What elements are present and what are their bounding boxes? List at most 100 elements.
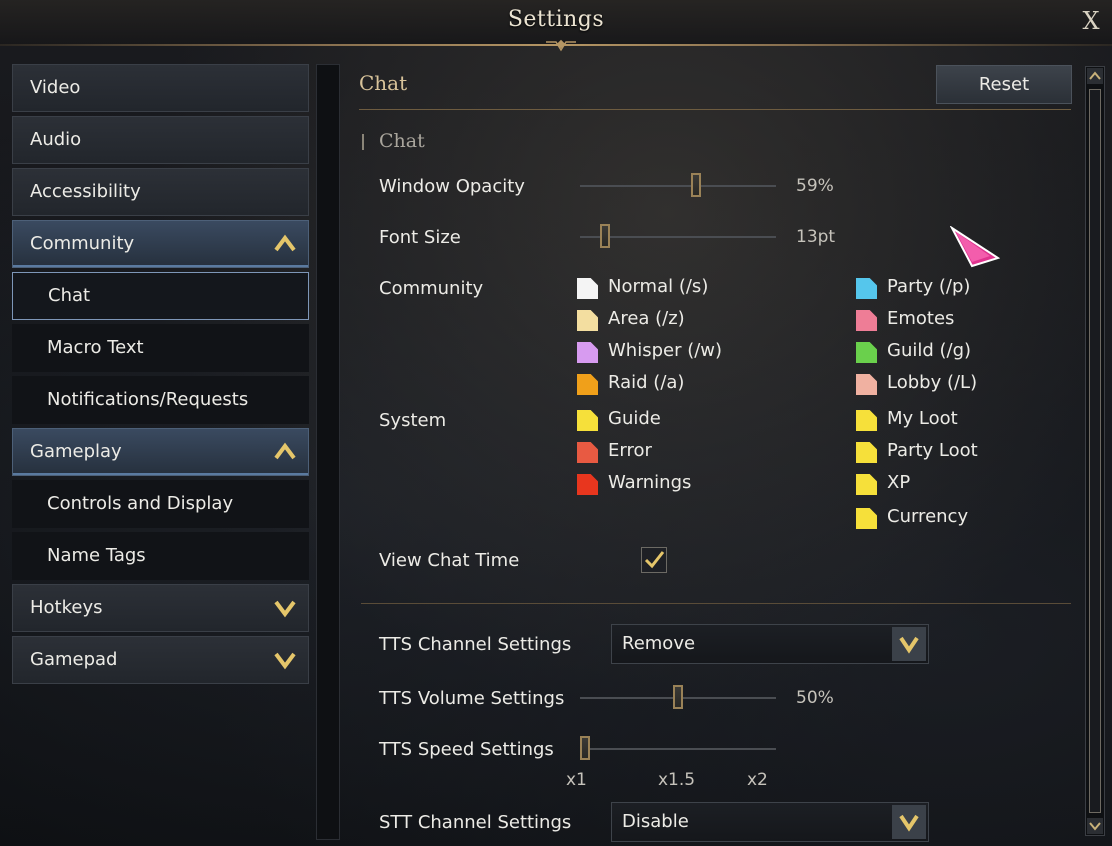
system-color-swatch[interactable] bbox=[577, 474, 598, 495]
subsection-header: Chat bbox=[362, 130, 425, 152]
content-scrollbar[interactable] bbox=[1085, 66, 1105, 836]
nav-subitem-macro-text[interactable]: Macro Text bbox=[12, 324, 309, 372]
system-color-swatch[interactable] bbox=[856, 442, 877, 463]
system-color-swatch[interactable] bbox=[577, 410, 598, 431]
nav-subitem-label: Chat bbox=[48, 285, 91, 306]
community-color-swatch[interactable] bbox=[577, 310, 598, 331]
stt-channel-label: STT Channel Settings bbox=[379, 812, 572, 833]
system-label: System bbox=[379, 410, 447, 431]
view-chat-time-label: View Chat Time bbox=[379, 550, 520, 571]
system-channel-label: Error bbox=[608, 440, 652, 461]
scroll-thumb[interactable] bbox=[1089, 89, 1101, 813]
chevron-down-icon bbox=[899, 636, 919, 654]
nav-subitem-chat[interactable]: Chat bbox=[12, 272, 309, 320]
nav-subitem-label: Name Tags bbox=[47, 545, 146, 566]
community-color-swatch[interactable] bbox=[856, 342, 877, 363]
community-channel-label: Lobby (/L) bbox=[887, 372, 978, 393]
nav-item-label: Video bbox=[30, 77, 81, 98]
settings-content: Chat Reset Chat Window Opacity 59% Font … bbox=[346, 62, 1079, 846]
settings-nav: Video Audio Accessibility Community Chat… bbox=[12, 64, 309, 688]
scroll-down-button[interactable] bbox=[1087, 818, 1103, 834]
nav-item-label: Gameplay bbox=[30, 441, 122, 462]
system-color-swatch[interactable] bbox=[856, 508, 877, 529]
community-channel-label: Raid (/a) bbox=[608, 372, 685, 393]
nav-item-gameplay[interactable]: Gameplay bbox=[12, 428, 309, 476]
community-channel-label: Normal (/s) bbox=[608, 276, 709, 297]
system-channel-label: Guide bbox=[608, 408, 661, 429]
reset-button[interactable]: Reset bbox=[936, 65, 1072, 104]
chevron-up-icon bbox=[274, 442, 296, 460]
nav-item-label: Hotkeys bbox=[30, 597, 103, 618]
nav-item-hotkeys[interactable]: Hotkeys bbox=[12, 584, 309, 632]
chevron-down-icon bbox=[274, 600, 296, 618]
nav-item-accessibility[interactable]: Accessibility bbox=[12, 168, 309, 216]
section-divider bbox=[361, 603, 1071, 604]
chevron-up-icon bbox=[274, 234, 296, 252]
tts-speed-tick: x1 bbox=[566, 770, 587, 790]
community-channel-label: Whisper (/w) bbox=[608, 340, 723, 361]
nav-item-label: Accessibility bbox=[30, 181, 141, 202]
nav-subitem-controls-display[interactable]: Controls and Display bbox=[12, 480, 309, 528]
nav-item-audio[interactable]: Audio bbox=[12, 116, 309, 164]
tts-volume-slider[interactable] bbox=[580, 685, 776, 709]
system-channel-label: Currency bbox=[887, 506, 969, 527]
slider-thumb[interactable] bbox=[600, 224, 610, 248]
close-icon: X bbox=[1082, 7, 1100, 35]
chevron-down-icon bbox=[1089, 822, 1101, 831]
community-color-swatch[interactable] bbox=[577, 342, 598, 363]
chevron-down-icon bbox=[899, 814, 919, 832]
dropdown-value: Remove bbox=[622, 633, 696, 654]
view-chat-time-checkbox[interactable] bbox=[641, 547, 667, 573]
window-opacity-label: Window Opacity bbox=[379, 176, 525, 197]
system-channel-label: Party Loot bbox=[887, 440, 978, 461]
nav-item-label: Gamepad bbox=[30, 649, 118, 670]
community-channel-label: Guild (/g) bbox=[887, 340, 972, 361]
window-opacity-value: 59% bbox=[796, 176, 834, 196]
dropdown-value: Disable bbox=[622, 811, 689, 832]
community-color-swatch[interactable] bbox=[577, 278, 598, 299]
section-divider bbox=[359, 109, 1071, 110]
title-ornament-icon bbox=[546, 39, 576, 52]
tts-volume-label: TTS Volume Settings bbox=[379, 688, 565, 709]
community-channel-label: Emotes bbox=[887, 308, 955, 329]
nav-item-label: Audio bbox=[30, 129, 82, 150]
tts-speed-tick: x1.5 bbox=[658, 770, 696, 790]
section-title: Chat bbox=[359, 71, 408, 95]
nav-item-video[interactable]: Video bbox=[12, 64, 309, 112]
tts-speed-slider[interactable] bbox=[580, 736, 776, 760]
community-label: Community bbox=[379, 278, 484, 299]
nav-subitem-notifications[interactable]: Notifications/Requests bbox=[12, 376, 309, 424]
tts-volume-value: 50% bbox=[796, 688, 834, 708]
system-color-swatch[interactable] bbox=[856, 474, 877, 495]
stt-channel-dropdown[interactable]: Disable bbox=[611, 802, 929, 842]
scroll-up-button[interactable] bbox=[1087, 68, 1103, 84]
slider-thumb[interactable] bbox=[673, 685, 683, 709]
font-size-value: 13pt bbox=[796, 227, 836, 247]
tts-channel-dropdown[interactable]: Remove bbox=[611, 624, 929, 664]
window-opacity-slider[interactable] bbox=[580, 173, 776, 197]
nav-subitem-label: Notifications/Requests bbox=[47, 389, 249, 410]
window-title: Settings bbox=[507, 7, 605, 32]
check-icon bbox=[644, 551, 665, 569]
nav-subitem-name-tags[interactable]: Name Tags bbox=[12, 532, 309, 580]
nav-item-community[interactable]: Community bbox=[12, 220, 309, 268]
font-size-label: Font Size bbox=[379, 227, 461, 248]
dropdown-toggle[interactable] bbox=[892, 627, 926, 661]
chevron-up-icon bbox=[1089, 71, 1101, 80]
close-button[interactable]: X bbox=[1078, 6, 1104, 36]
system-color-swatch[interactable] bbox=[577, 442, 598, 463]
community-color-swatch[interactable] bbox=[577, 374, 598, 395]
community-color-swatch[interactable] bbox=[856, 374, 877, 395]
system-channel-label: My Loot bbox=[887, 408, 958, 429]
nav-item-gamepad[interactable]: Gamepad bbox=[12, 636, 309, 684]
dropdown-toggle[interactable] bbox=[892, 805, 926, 839]
nav-item-label: Community bbox=[30, 233, 135, 254]
slider-thumb[interactable] bbox=[580, 736, 590, 760]
community-color-swatch[interactable] bbox=[856, 278, 877, 299]
system-color-swatch[interactable] bbox=[856, 410, 877, 431]
slider-thumb[interactable] bbox=[691, 173, 701, 197]
community-color-swatch[interactable] bbox=[856, 310, 877, 331]
community-channel-label: Party (/p) bbox=[887, 276, 971, 297]
tts-channel-label: TTS Channel Settings bbox=[379, 634, 572, 655]
font-size-slider[interactable] bbox=[580, 224, 776, 248]
